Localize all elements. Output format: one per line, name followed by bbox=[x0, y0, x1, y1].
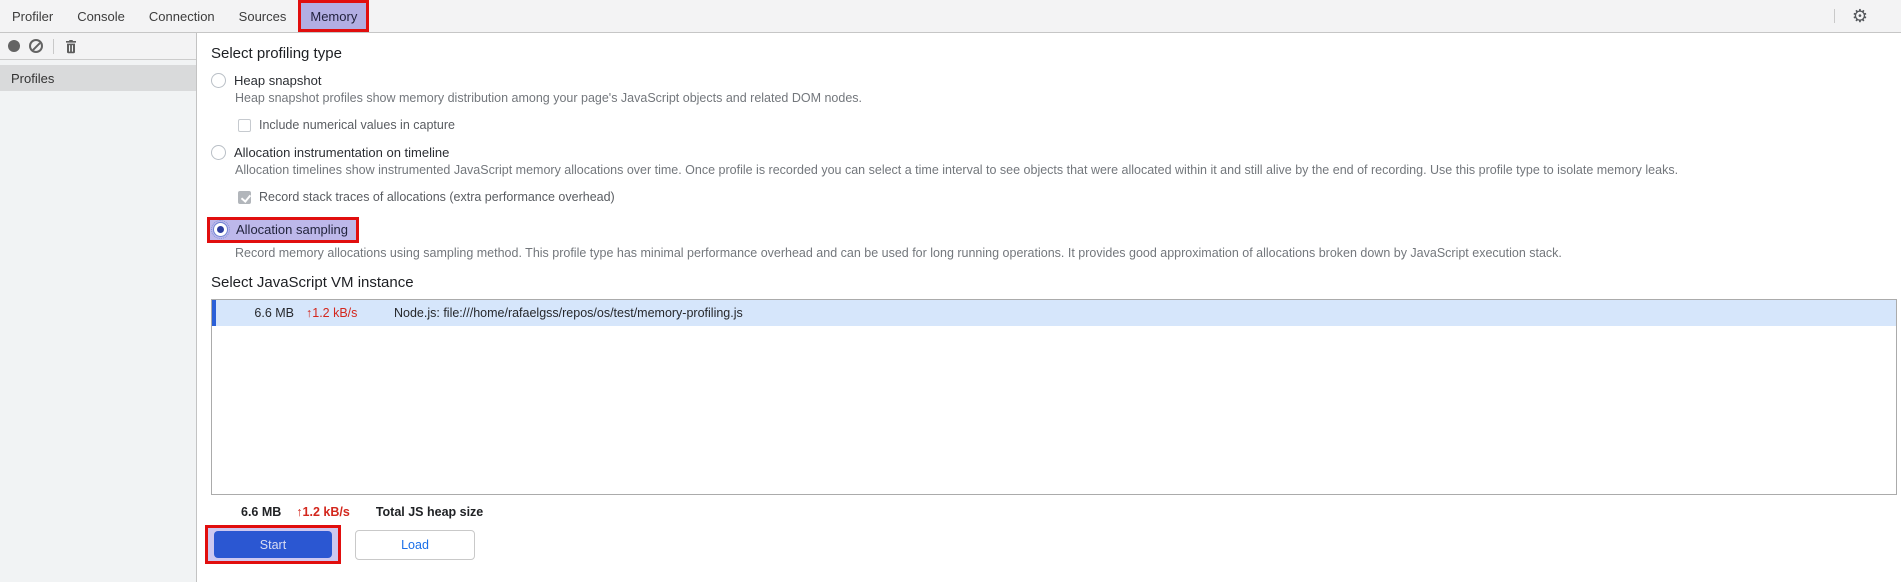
option-description: Record memory allocations using sampling… bbox=[235, 246, 1562, 260]
tabbar-spacer bbox=[369, 0, 1826, 32]
total-alloc-rate: ↑1.2 kB/s bbox=[296, 505, 350, 519]
vm-instance-list[interactable]: 6.6 MB ↑1.2 kB/s Node.js: file:///home/r… bbox=[211, 299, 1897, 495]
profiles-toolbar bbox=[0, 33, 196, 60]
vm-instance-title: Select JavaScript VM instance bbox=[211, 274, 414, 291]
checkbox-label: Record stack traces of allocations (extr… bbox=[259, 190, 615, 204]
vm-instance-row[interactable]: 6.6 MB ↑1.2 kB/s Node.js: file:///home/r… bbox=[212, 300, 1896, 326]
total-heap-size: 6.6 MB bbox=[241, 505, 282, 519]
clear-icon[interactable] bbox=[29, 39, 43, 53]
option-label: Allocation instrumentation on timeline bbox=[234, 145, 450, 160]
heap-total-row: 6.6 MB ↑1.2 kB/s Total JS heap size bbox=[211, 505, 1901, 519]
checkbox-icon[interactable] bbox=[238, 190, 251, 204]
vm-instance-name: Node.js: file:///home/rafaelgss/repos/os… bbox=[394, 306, 743, 320]
record-icon[interactable] bbox=[8, 40, 20, 52]
tab-sources[interactable]: Sources bbox=[227, 0, 299, 32]
tab-console[interactable]: Console bbox=[65, 0, 137, 32]
annotation-box-allocation-sampling[interactable]: Allocation sampling bbox=[207, 217, 360, 243]
radio-icon[interactable] bbox=[211, 73, 226, 88]
checkbox-include-numerical-values[interactable]: Include numerical values in capture bbox=[238, 118, 1901, 132]
radio-option-allocation-timeline[interactable]: Allocation instrumentation on timeline bbox=[211, 145, 1901, 160]
profiles-sidebar: Profiles bbox=[0, 33, 197, 582]
load-button[interactable]: Load bbox=[355, 529, 475, 560]
radio-option-allocation-sampling-row: Allocation sampling bbox=[207, 217, 1901, 243]
toolbar-divider bbox=[53, 38, 54, 54]
sidebar-item-profiles[interactable]: Profiles bbox=[0, 65, 196, 91]
trash-icon[interactable] bbox=[64, 39, 78, 54]
start-button[interactable]: Start bbox=[214, 531, 332, 558]
radio-option-heap-snapshot[interactable]: Heap snapshot bbox=[211, 73, 1901, 88]
radio-icon[interactable] bbox=[211, 145, 226, 160]
option-description: Allocation timelines show instrumented J… bbox=[235, 163, 1679, 177]
vm-alloc-rate: ↑1.2 kB/s bbox=[306, 306, 358, 320]
radio-icon-selected[interactable] bbox=[211, 220, 230, 239]
option-label: Allocation sampling bbox=[236, 222, 349, 237]
profiles-list: Profiles bbox=[0, 60, 196, 582]
app-body: Profiles Select profiling type Heap snap… bbox=[0, 33, 1901, 582]
vm-heap-size: 6.6 MB bbox=[254, 306, 294, 320]
total-heap-label: Total JS heap size bbox=[375, 505, 484, 519]
checkbox-icon[interactable] bbox=[238, 118, 251, 132]
devtools-tab-bar: Profiler Console Connection Sources Memo… bbox=[0, 0, 1901, 33]
option-label: Heap snapshot bbox=[234, 73, 322, 88]
checkbox-record-stack-traces[interactable]: Record stack traces of allocations (extr… bbox=[238, 190, 1901, 204]
tab-memory[interactable]: Memory bbox=[298, 0, 370, 32]
tab-profiler[interactable]: Profiler bbox=[0, 0, 65, 32]
profiling-type-title: Select profiling type bbox=[211, 45, 342, 62]
annotation-box-start: Start bbox=[205, 525, 341, 564]
option-description: Heap snapshot profiles show memory distr… bbox=[235, 91, 863, 105]
checkbox-label: Include numerical values in capture bbox=[259, 118, 455, 132]
action-buttons: Start Load bbox=[205, 525, 1901, 564]
gear-icon[interactable]: ⚙ bbox=[1843, 0, 1877, 32]
tab-connection[interactable]: Connection bbox=[137, 0, 227, 32]
tabbar-divider bbox=[1834, 9, 1835, 23]
memory-panel: Select profiling type Heap snapshot Heap… bbox=[197, 33, 1901, 582]
